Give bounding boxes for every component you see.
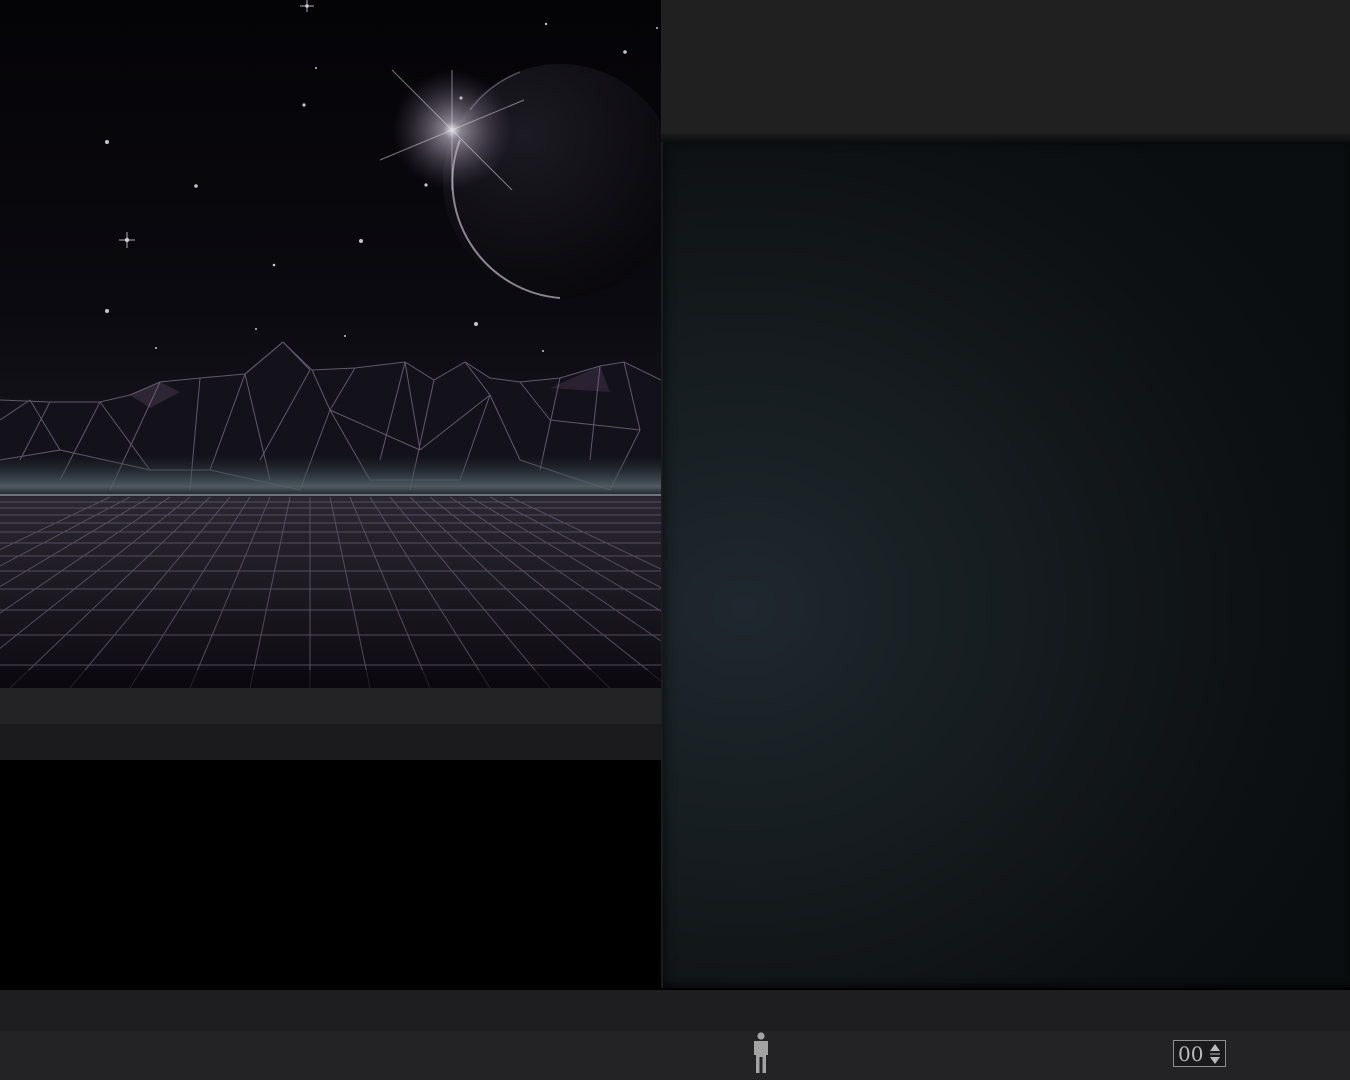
bottom-band	[0, 990, 1350, 1031]
left-empty-area	[0, 760, 661, 990]
counter-stepper[interactable]: 00	[1173, 1040, 1226, 1067]
right-panel-header	[661, 0, 1350, 134]
left-bar-lower	[0, 724, 661, 760]
right-panel-body	[661, 142, 1350, 988]
screen: 00	[0, 0, 1350, 1080]
right-panel-divider	[661, 134, 1350, 142]
synthwave-landscape-image	[0, 0, 661, 688]
counter-value: 00	[1178, 1042, 1204, 1066]
horizon-glow	[0, 455, 661, 500]
grid-floor	[0, 497, 661, 688]
person-icon[interactable]	[749, 1031, 773, 1075]
wallpaper	[0, 0, 661, 688]
up-down-arrows-icon[interactable]	[1208, 1042, 1222, 1066]
right-panel-edge	[661, 142, 663, 988]
taskbar	[0, 1031, 1350, 1080]
left-bar-upper	[0, 688, 661, 724]
